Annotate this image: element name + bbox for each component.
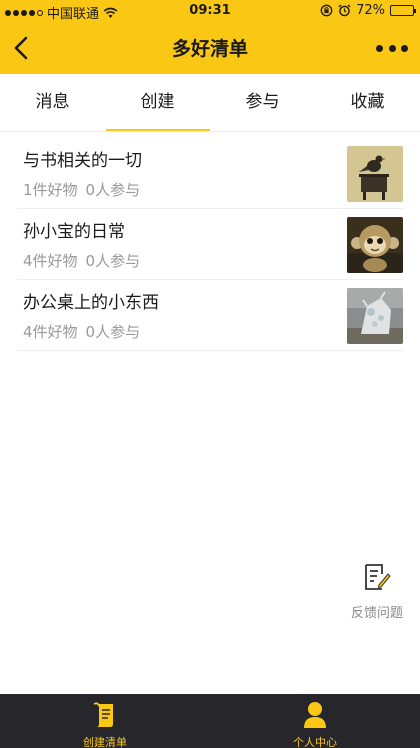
tab-favorites[interactable]: 收藏 bbox=[315, 74, 420, 131]
battery-icon bbox=[390, 5, 416, 16]
monkey-figure-image bbox=[347, 217, 403, 273]
tabbar-label: 创建清单 bbox=[83, 736, 127, 748]
list-item[interactable]: 办公桌上的小东西 4件好物 0人参与 bbox=[17, 280, 403, 351]
participant-count: 0人参与 bbox=[85, 252, 141, 270]
feedback-button[interactable]: 反馈问题 bbox=[345, 562, 409, 621]
list-item[interactable]: 与书相关的一切 1件好物 0人参与 bbox=[17, 138, 403, 209]
feedback-label: 反馈问题 bbox=[350, 606, 403, 621]
top-bar: 中国联通 09:31 72% 多好清单 bbox=[0, 0, 420, 74]
tab-created[interactable]: 创建 bbox=[105, 74, 210, 131]
tab-messages[interactable]: 消息 bbox=[0, 74, 105, 131]
list-item-title: 孙小宝的日常 bbox=[23, 222, 125, 242]
list-item-meta: 1件好物 0人参与 bbox=[23, 179, 140, 200]
orientation-lock-icon bbox=[320, 4, 333, 17]
list-item-title: 办公桌上的小东西 bbox=[23, 293, 159, 313]
alarm-icon bbox=[338, 4, 351, 17]
status-right: 72% bbox=[320, 3, 416, 18]
back-arrow-icon[interactable] bbox=[10, 34, 34, 62]
page-title: 多好清单 bbox=[171, 38, 248, 60]
person-icon bbox=[304, 702, 326, 728]
status-bar: 中国联通 09:31 72% bbox=[0, 0, 420, 22]
list-container: 与书相关的一切 1件好物 0人参与 孙小宝的日常 4件好物 0人参与 办公桌上的… bbox=[17, 138, 403, 351]
feedback-edit-icon bbox=[365, 564, 391, 590]
item-count: 1件好物 bbox=[23, 181, 78, 199]
tabbar-create-list[interactable]: 创建清单 bbox=[0, 694, 210, 748]
tabbar-label: 个人中心 bbox=[293, 736, 337, 748]
scroll-list-icon bbox=[93, 702, 113, 727]
list-item-title: 与书相关的一切 bbox=[23, 151, 142, 171]
bottom-tab-bar: 创建清单 个人中心 bbox=[0, 694, 420, 748]
bird-sculpture-image bbox=[347, 146, 403, 202]
participant-count: 0人参与 bbox=[85, 323, 141, 341]
tabbar-profile[interactable]: 个人中心 bbox=[210, 694, 420, 748]
desk-figurine-image bbox=[347, 288, 403, 344]
battery-percent: 72% bbox=[356, 3, 385, 18]
tab-joined[interactable]: 参与 bbox=[210, 74, 315, 131]
item-count: 4件好物 bbox=[23, 323, 78, 341]
list-item-meta: 4件好物 0人参与 bbox=[23, 321, 140, 342]
more-options-icon[interactable] bbox=[376, 36, 408, 60]
participant-count: 0人参与 bbox=[85, 181, 141, 199]
item-count: 4件好物 bbox=[23, 252, 78, 270]
list-item-meta: 4件好物 0人参与 bbox=[23, 250, 140, 271]
list-item[interactable]: 孙小宝的日常 4件好物 0人参与 bbox=[17, 209, 403, 280]
tab-bar: 消息 创建 参与 收藏 bbox=[0, 74, 420, 132]
navigation-bar: 多好清单 bbox=[0, 22, 420, 74]
